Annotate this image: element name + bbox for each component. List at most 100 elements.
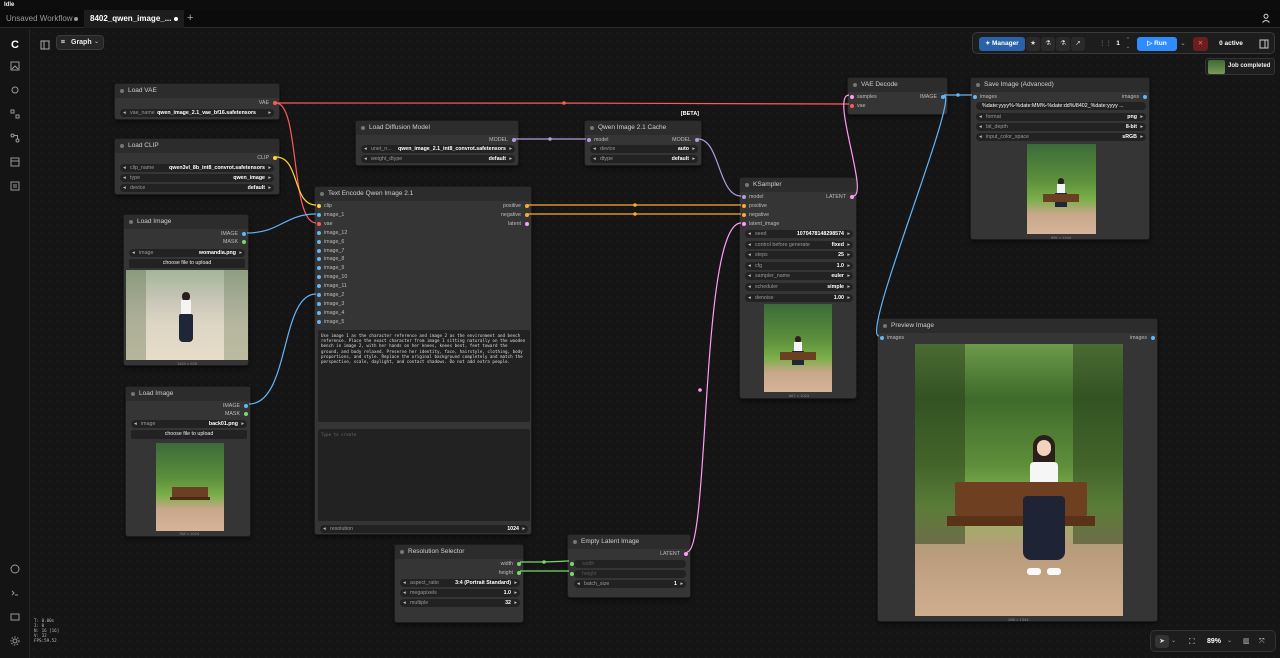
output-slot-clip[interactable] bbox=[273, 156, 277, 160]
input-slot-model[interactable] bbox=[587, 138, 591, 142]
node-load-vae[interactable]: Load VAE VAE ◂ vae_name qwen_image_2.1_vae… bbox=[114, 83, 280, 120]
run-button[interactable]: ▷ Run bbox=[1137, 37, 1177, 51]
input-slot-samples[interactable] bbox=[850, 95, 854, 99]
widget-clip-type[interactable]: ◂ type qwen_image ▸ bbox=[120, 174, 274, 182]
link-visibility-icon[interactable]: ⤧ bbox=[1259, 635, 1265, 648]
widget-clip-name[interactable]: ◂ clip_name qwen3vl_8b_int8_convrot.safete… bbox=[120, 164, 274, 172]
output-slot-latent[interactable] bbox=[850, 195, 854, 199]
output-slot-images[interactable] bbox=[1151, 336, 1155, 340]
node-vae-decode[interactable]: VAE Decode samples vae IMAGE bbox=[847, 77, 948, 115]
nodes-icon[interactable] bbox=[9, 109, 21, 121]
output-slot-images[interactable] bbox=[1143, 95, 1147, 99]
widget-image-select[interactable]: ◂ image back01.png ▸ bbox=[131, 420, 247, 428]
tab-active-workflow[interactable]: 8402_qwen_image_... bbox=[84, 10, 184, 28]
input-slot-image-8[interactable] bbox=[317, 257, 321, 262]
panel-toggle-icon[interactable] bbox=[40, 37, 50, 50]
user-icon[interactable] bbox=[1261, 13, 1271, 23]
output-slot-image[interactable] bbox=[941, 95, 945, 99]
favorites-star-icon[interactable]: ★ bbox=[1026, 37, 1040, 51]
output-slot-negative[interactable] bbox=[525, 213, 529, 217]
output-slot-model[interactable] bbox=[695, 138, 699, 142]
input-slot-vae[interactable] bbox=[850, 104, 854, 108]
input-slot-image-5[interactable] bbox=[317, 319, 321, 324]
node-resolution-selector[interactable]: Resolution Selector width height ◂ aspect… bbox=[394, 544, 524, 623]
models-icon[interactable] bbox=[9, 85, 21, 97]
output-slot-latent[interactable] bbox=[525, 222, 529, 226]
output-slot-vae[interactable] bbox=[273, 101, 277, 105]
input-slot-image-1[interactable] bbox=[317, 212, 321, 217]
input-slot-clip[interactable] bbox=[317, 204, 321, 208]
input-slot-images[interactable] bbox=[880, 336, 884, 340]
widget-unet-name[interactable]: ◂ unet_n... qwen_image_2.1_int8_convrot.sa… bbox=[361, 145, 515, 153]
widget-clip-device[interactable]: ◂ device default ▸ bbox=[120, 184, 274, 192]
output-slot-mask[interactable] bbox=[244, 412, 248, 416]
workflows-icon[interactable] bbox=[9, 133, 21, 145]
output-slot-mask[interactable] bbox=[242, 240, 246, 244]
input-slot-negative[interactable] bbox=[742, 213, 746, 217]
input-slot-image-11[interactable] bbox=[317, 284, 321, 289]
widget-steps[interactable]: ◂ steps 25 ▸ bbox=[745, 251, 853, 260]
input-slot-model[interactable] bbox=[742, 195, 746, 199]
widget-denoise[interactable]: ◂ denoise 1.00 ▸ bbox=[745, 293, 853, 302]
settings-gear-icon[interactable] bbox=[9, 636, 21, 648]
upload-button[interactable]: choose file to upload bbox=[131, 430, 247, 439]
input-slot-latent-image[interactable] bbox=[742, 222, 746, 226]
job-completed-toast[interactable]: Job completed bbox=[1205, 58, 1275, 75]
widget-cfg[interactable]: ◂ cfg 1.0 ▸ bbox=[745, 261, 853, 270]
widget-weight-dtype[interactable]: ◂ weight_dtype default ▸ bbox=[361, 155, 515, 163]
widget-vae-name[interactable]: ◂ vae_name qwen_image_2.1_vae_bf16.safeten… bbox=[120, 109, 274, 117]
keyboard-icon[interactable] bbox=[9, 612, 21, 624]
widget-filename-prefix[interactable]: %date:yyyy%-%date:MM%-%date:dd%/8402_%da… bbox=[976, 102, 1146, 110]
input-slot-positive[interactable] bbox=[742, 204, 746, 208]
input-slot-image-4[interactable] bbox=[317, 310, 321, 315]
share-arrow-icon[interactable]: ↗ bbox=[1071, 37, 1085, 51]
node-load-image-background[interactable]: Load Image IMAGE MASK ◂ image back01.png ▸ … bbox=[125, 386, 251, 537]
widget-megapixels[interactable]: ◂ megapixels 1.0 ▸ bbox=[400, 589, 520, 597]
widget-aspect-ratio[interactable]: ◂ aspect_ratio 3:4 (Portrait Standard) ▸ bbox=[400, 579, 520, 587]
drag-handle-icon[interactable]: ⋮⋮ bbox=[1099, 37, 1112, 51]
input-slot-image-9[interactable] bbox=[317, 266, 321, 271]
widget-image-select[interactable]: ◂ image womandia.png ▸ bbox=[129, 249, 245, 257]
widget-format[interactable]: ◂ format png ▸ bbox=[976, 113, 1146, 121]
fit-view-icon[interactable]: ⛶ bbox=[1189, 635, 1195, 648]
node-text-encode[interactable]: Text Encode Qwen Image 2.1 clip image_1 va… bbox=[314, 186, 532, 535]
output-slot-model[interactable] bbox=[512, 138, 516, 142]
prompt-textarea[interactable]: Use image 1 as the character reference a… bbox=[318, 330, 530, 422]
active-jobs-label[interactable]: 0 active bbox=[1213, 37, 1249, 51]
node-preview-image[interactable]: Preview Image images images 896 × 1344 bbox=[877, 318, 1158, 622]
node-ksampler[interactable]: KSampler model positive negative latent_… bbox=[739, 177, 857, 399]
zoom-chevron-down-icon[interactable]: ⌄ bbox=[1227, 635, 1232, 648]
manager-button[interactable]: ✦ Manager bbox=[979, 37, 1025, 51]
node-qwen-cache[interactable]: Qwen Image 2.1 Cache [BETA] model MODEL … bbox=[584, 111, 702, 166]
widget-seed[interactable]: ◂ seed 1070478148298574 ▸ bbox=[745, 230, 853, 238]
right-panel-toggle-icon[interactable] bbox=[1257, 37, 1271, 51]
output-slot-positive[interactable] bbox=[525, 204, 529, 208]
input-slot-image-7[interactable] bbox=[317, 248, 321, 253]
images-icon[interactable] bbox=[9, 61, 21, 73]
tab-unsaved-workflow[interactable]: Unsaved Workflow bbox=[0, 10, 84, 28]
graph-mode-dropdown[interactable]: ⌗ Graph ⌄ bbox=[56, 35, 104, 50]
input-slot-image-10[interactable] bbox=[317, 275, 321, 280]
cancel-run-button[interactable]: ✕ bbox=[1193, 37, 1208, 51]
widget-control-before-generate[interactable]: ◂ control before generate fixed ▸ bbox=[745, 240, 853, 249]
node-load-clip[interactable]: Load CLIP CLIP ◂ clip_name qwen3vl_8b_int8… bbox=[114, 138, 280, 195]
terminal-icon[interactable] bbox=[9, 588, 21, 600]
run-options-chevron-icon[interactable]: ⌄ bbox=[1178, 37, 1188, 51]
widget-dtype[interactable]: ◂ dtype default ▸ bbox=[590, 155, 698, 163]
node-load-diffusion-model[interactable]: Load Diffusion Model MODEL ◂ unet_n... qwe… bbox=[355, 120, 519, 166]
select-mode-icon[interactable]: ➤ bbox=[1155, 635, 1169, 648]
widget-sampler-name[interactable]: ◂ sampler_name euler ▸ bbox=[745, 272, 853, 281]
input-slot-image-6[interactable] bbox=[317, 239, 321, 244]
queue-count[interactable]: 1 bbox=[1113, 37, 1123, 51]
input-slot-images[interactable] bbox=[973, 95, 977, 99]
templates-icon[interactable] bbox=[9, 157, 21, 169]
zoom-level[interactable]: 89% bbox=[1207, 635, 1221, 648]
output-slot-image[interactable] bbox=[244, 404, 248, 408]
input-slot-image-12[interactable] bbox=[317, 230, 321, 235]
extension-icon-1[interactable]: ⚗ bbox=[1041, 37, 1055, 51]
output-slot-height[interactable] bbox=[517, 571, 521, 575]
queue-count-stepper[interactable]: ⌃ ⌄ bbox=[1124, 37, 1132, 51]
new-tab-plus-icon[interactable]: + bbox=[187, 12, 193, 24]
queue-icon[interactable] bbox=[9, 181, 21, 193]
mode-chevron-down-icon[interactable]: ⌄ bbox=[1171, 635, 1176, 648]
